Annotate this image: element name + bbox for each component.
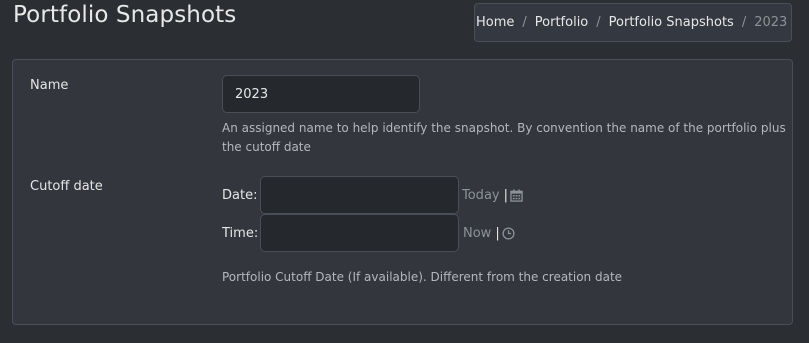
calendar-icon[interactable] [510, 189, 523, 202]
snapshot-form-card: Name An assigned name to help identify t… [12, 59, 793, 325]
breadcrumb-separator: / [741, 15, 747, 30]
date-label: Date: [222, 188, 258, 203]
time-input[interactable] [260, 214, 459, 252]
breadcrumb-separator: / [596, 15, 601, 30]
breadcrumb-current: 2023 [754, 15, 788, 30]
breadcrumb-home-link[interactable]: Home [476, 15, 514, 30]
shortcut-divider: | [495, 226, 500, 241]
breadcrumb-snapshots-link[interactable]: Portfolio Snapshots [609, 15, 734, 30]
cutoff-help-text: Portfolio Cutoff Date (If available). Di… [222, 270, 623, 284]
name-input[interactable] [222, 75, 420, 113]
name-label: Name [30, 78, 69, 93]
breadcrumb-separator: / [522, 15, 527, 30]
date-shortcuts: Today | [462, 188, 523, 203]
breadcrumb-portfolio-link[interactable]: Portfolio [535, 15, 588, 30]
page-title: Portfolio Snapshots [13, 2, 237, 28]
breadcrumb: Home / Portfolio / Portfolio Snapshots /… [474, 3, 792, 42]
time-label: Time: [222, 226, 259, 241]
date-input[interactable] [260, 176, 459, 214]
cutoff-date-label: Cutoff date [30, 179, 103, 194]
name-help-text: An assigned name to help identify the sn… [222, 119, 786, 157]
name-help-line: the cutoff date [222, 140, 311, 154]
today-link[interactable]: Today [462, 188, 500, 203]
time-shortcuts: Now | [463, 226, 515, 241]
shortcut-divider: | [503, 188, 508, 203]
clock-icon[interactable] [502, 227, 515, 240]
now-link[interactable]: Now [463, 226, 491, 241]
name-help-line: An assigned name to help identify the sn… [222, 121, 786, 135]
